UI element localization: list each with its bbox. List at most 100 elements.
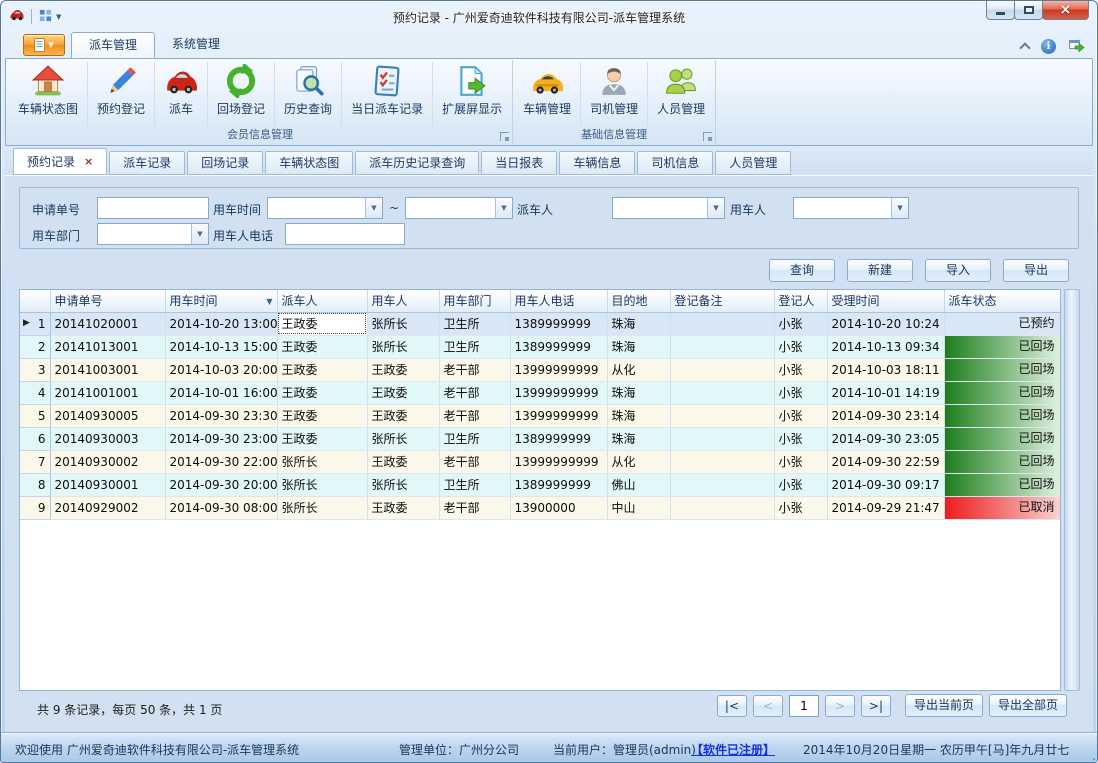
switch-window-icon[interactable] xyxy=(1068,37,1085,56)
ribbon-button-person-mgmt[interactable]: 人员管理 xyxy=(648,62,714,127)
grid-cell-use_time[interactable]: 2014-10-03 20:00 xyxy=(165,358,277,381)
grid-cell-order_no[interactable]: 20140930002 xyxy=(50,450,165,473)
grid-cell-phone[interactable]: 1389999999 xyxy=(510,335,607,358)
row-indicator[interactable]: 6 xyxy=(20,427,50,450)
maximize-button[interactable] xyxy=(1014,1,1043,20)
chevron-down-icon[interactable]: ▼ xyxy=(495,198,512,218)
software-registered-link[interactable]: 【软件已注册】 xyxy=(691,741,775,758)
grid-cell-use_time[interactable]: 2014-09-30 22:00 xyxy=(165,450,277,473)
chevron-down-icon[interactable]: ▼ xyxy=(365,198,382,218)
grid-cell-registrar[interactable]: 小张 xyxy=(774,496,827,519)
grid-cell-accept_time[interactable]: 2014-10-03 18:11 xyxy=(827,358,944,381)
grid-cell-phone[interactable]: 13900000 xyxy=(510,496,607,519)
qat-dropdown-icon[interactable]: ▼ xyxy=(56,13,61,21)
ribbon-button-return-register[interactable]: 回场登记 xyxy=(208,62,275,127)
grid-cell-order_no[interactable]: 20140930001 xyxy=(50,473,165,496)
grid-cell-dispatcher[interactable]: 王政委 xyxy=(277,427,367,450)
doc-tab-return-record[interactable]: 回场记录 xyxy=(187,151,263,175)
column-header-user[interactable]: 用车人 xyxy=(367,290,439,312)
grid-cell-dept[interactable]: 老干部 xyxy=(439,358,510,381)
grid-cell-dest[interactable]: 珠海 xyxy=(607,427,670,450)
ribbon-button-dispatch[interactable]: 派车 xyxy=(155,62,208,127)
grid-cell-user[interactable]: 张所长 xyxy=(367,335,439,358)
doc-tab-dispatch-history[interactable]: 派车历史记录查询 xyxy=(355,151,479,175)
row-indicator[interactable]: 5 xyxy=(20,404,50,427)
grid-cell-registrar[interactable]: 小张 xyxy=(774,450,827,473)
doc-tab-vehicle-status[interactable]: 车辆状态图 xyxy=(265,151,353,175)
grid-cell-order_no[interactable]: 20140930005 xyxy=(50,404,165,427)
grid-cell-dest[interactable]: 珠海 xyxy=(607,312,670,335)
grid-cell-use_time[interactable]: 2014-10-20 13:00 xyxy=(165,312,277,335)
grid-cell-accept_time[interactable]: 2014-09-30 22:59 xyxy=(827,450,944,473)
next-page-button[interactable]: > xyxy=(825,695,855,717)
grid-cell-use_time[interactable]: 2014-09-30 23:00 xyxy=(165,427,277,450)
export-current-page-button[interactable]: 导出当前页 xyxy=(905,694,983,717)
grid-cell-registrar[interactable]: 小张 xyxy=(774,312,827,335)
column-header-dest[interactable]: 目的地 xyxy=(607,290,670,312)
use-time-from-combo[interactable]: ▼ xyxy=(267,197,383,219)
grid-cell-status[interactable]: 已回场 xyxy=(944,450,1060,473)
grid-cell-accept_time[interactable]: 2014-10-13 09:34 xyxy=(827,335,944,358)
grid-cell-order_no[interactable]: 20141020001 xyxy=(50,312,165,335)
grid-cell-dest[interactable]: 从化 xyxy=(607,450,670,473)
grid-cell-remark[interactable] xyxy=(670,404,774,427)
grid-cell-dispatcher[interactable]: 张所长 xyxy=(277,496,367,519)
query-button[interactable]: 查询 xyxy=(769,259,835,282)
ribbon-button-vehicle-status[interactable]: 车辆状态图 xyxy=(9,62,88,127)
info-icon[interactable]: i xyxy=(1041,39,1056,54)
grid-cell-accept_time[interactable]: 2014-09-30 23:05 xyxy=(827,427,944,450)
import-button[interactable]: 导入 xyxy=(925,259,991,282)
grid-cell-use_time[interactable]: 2014-10-13 15:00 xyxy=(165,335,277,358)
chevron-down-icon[interactable]: ▼ xyxy=(707,198,724,218)
grid-cell-order_no[interactable]: 20141003001 xyxy=(50,358,165,381)
grid-cell-dept[interactable]: 卫生所 xyxy=(439,335,510,358)
grid-cell-dept[interactable]: 老干部 xyxy=(439,450,510,473)
application-menu-button[interactable]: ▼ xyxy=(23,34,65,56)
grid-cell-phone[interactable]: 1389999999 xyxy=(510,427,607,450)
grid-cell-remark[interactable] xyxy=(670,312,774,335)
grid-cell-status[interactable]: 已取消 xyxy=(944,496,1060,519)
column-header-remark[interactable]: 登记备注 xyxy=(670,290,774,312)
grid-cell-order_no[interactable]: 20141013001 xyxy=(50,335,165,358)
grid-cell-use_time[interactable]: 2014-09-30 23:30 xyxy=(165,404,277,427)
grid-cell-registrar[interactable]: 小张 xyxy=(774,381,827,404)
column-header-dispatcher[interactable]: 派车人 xyxy=(277,290,367,312)
window-layout-icon[interactable] xyxy=(38,8,53,26)
grid-cell-registrar[interactable]: 小张 xyxy=(774,473,827,496)
user-combo[interactable]: ▼ xyxy=(793,197,909,219)
grid-cell-remark[interactable] xyxy=(670,450,774,473)
grid-cell-user[interactable]: 王政委 xyxy=(367,381,439,404)
row-indicator[interactable]: 8 xyxy=(20,473,50,496)
grid-cell-dispatcher[interactable]: 张所长 xyxy=(277,473,367,496)
dept-combo[interactable]: ▼ xyxy=(97,223,209,245)
phone-input[interactable] xyxy=(285,223,405,245)
chevron-down-icon[interactable]: ▼ xyxy=(891,198,908,218)
grid-cell-order_no[interactable]: 20140929002 xyxy=(50,496,165,519)
dialog-launcher-icon[interactable] xyxy=(500,132,509,141)
column-header-order_no[interactable]: 申请单号 xyxy=(50,290,165,312)
grid-cell-dest[interactable]: 中山 xyxy=(607,496,670,519)
grid-cell-remark[interactable] xyxy=(670,427,774,450)
ribbon-button-reserve-register[interactable]: 预约登记 xyxy=(88,62,155,127)
grid-cell-remark[interactable] xyxy=(670,381,774,404)
grid-cell-dest[interactable]: 从化 xyxy=(607,358,670,381)
grid-cell-dest[interactable]: 珠海 xyxy=(607,335,670,358)
grid-cell-registrar[interactable]: 小张 xyxy=(774,335,827,358)
grid-cell-remark[interactable] xyxy=(670,335,774,358)
ribbon-button-extend-screen[interactable]: 扩展屏显示 xyxy=(433,62,511,127)
doc-tab-driver-info[interactable]: 司机信息 xyxy=(637,151,713,175)
grid-cell-registrar[interactable]: 小张 xyxy=(774,427,827,450)
doc-tab-vehicle-info[interactable]: 车辆信息 xyxy=(559,151,635,175)
grid-cell-dispatcher[interactable]: 王政委 xyxy=(277,381,367,404)
column-header-dept[interactable]: 用车部门 xyxy=(439,290,510,312)
ribbon-button-vehicle-mgmt[interactable]: 车辆管理 xyxy=(514,62,581,127)
page-number-input[interactable] xyxy=(789,695,819,717)
dialog-launcher-icon[interactable] xyxy=(703,132,712,141)
grid-cell-dept[interactable]: 卫生所 xyxy=(439,473,510,496)
ribbon-button-daily-dispatch-record[interactable]: 当日派车记录 xyxy=(342,62,433,127)
grid-cell-accept_time[interactable]: 2014-09-30 09:17 xyxy=(827,473,944,496)
grid-cell-dest[interactable]: 珠海 xyxy=(607,381,670,404)
grid-cell-dispatcher[interactable]: 王政委 xyxy=(277,335,367,358)
row-indicator[interactable]: 4 xyxy=(20,381,50,404)
column-header-accept_time[interactable]: 受理时间 xyxy=(827,290,944,312)
